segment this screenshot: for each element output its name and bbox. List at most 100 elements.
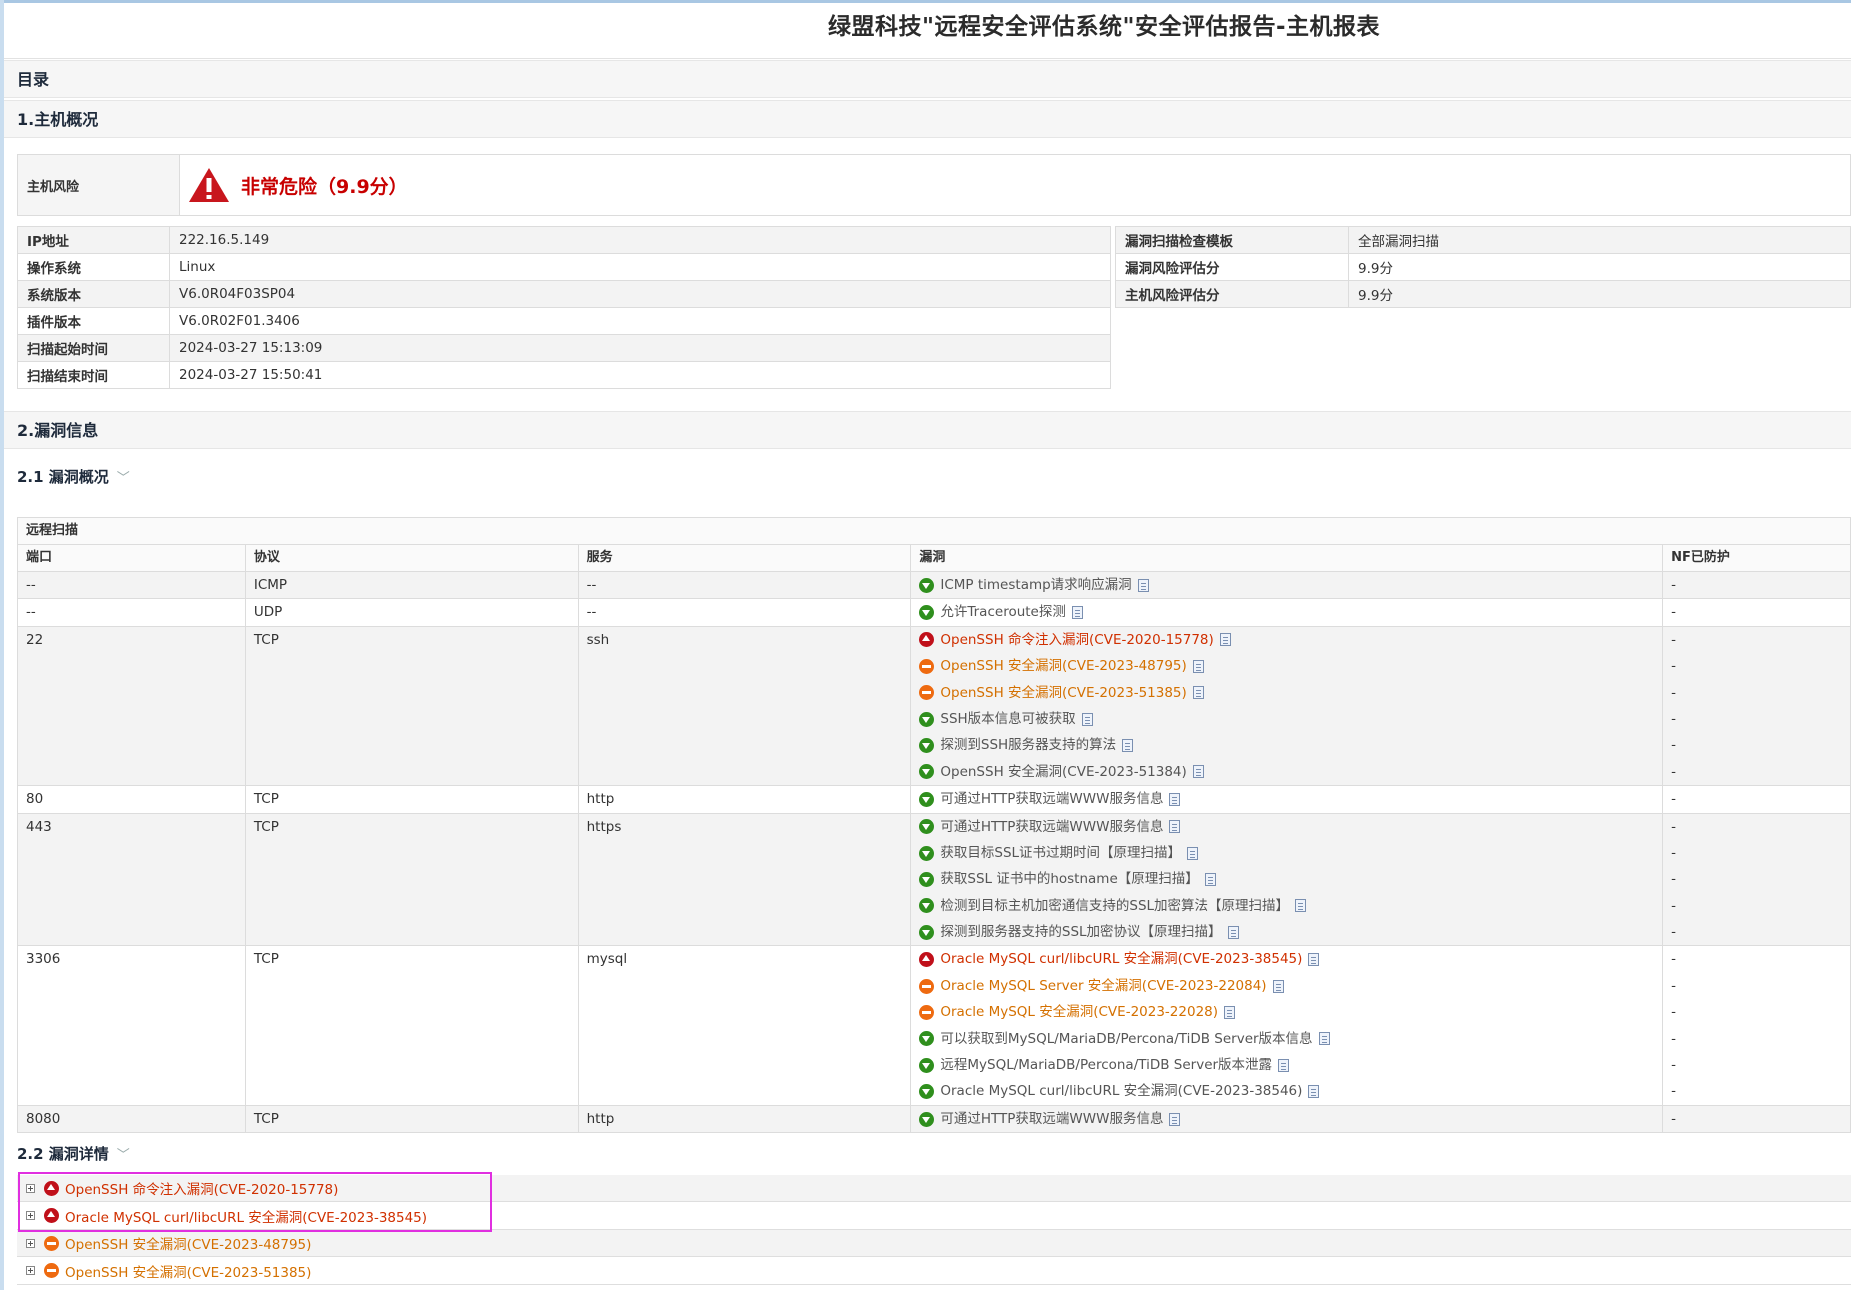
vuln-name-link[interactable]: 检测到目标主机加密通信支持的SSL加密算法【原理扫描】 <box>940 893 1289 919</box>
vuln-item[interactable]: Oracle MySQL curl/libcURL 安全漏洞(CVE-2023-… <box>919 946 1654 972</box>
vuln-item[interactable]: OpenSSH 安全漏洞(CVE-2023-51385) <box>919 680 1654 706</box>
vuln-name-link[interactable]: 可以获取到MySQL/MariaDB/Percona/TiDB Server版本… <box>940 1026 1312 1052</box>
document-icon[interactable] <box>1224 1005 1236 1019</box>
document-icon[interactable] <box>1272 979 1284 993</box>
document-icon[interactable] <box>1204 872 1216 886</box>
vuln-detail-row[interactable]: OpenSSH 安全漏洞(CVE-2023-48795) <box>17 1230 1851 1258</box>
vuln-item[interactable]: 获取SSL 证书中的hostname【原理扫描】 <box>919 866 1654 892</box>
vuln-item[interactable]: 可通过HTTP获取远端WWW服务信息 <box>919 814 1654 840</box>
vuln-item[interactable]: 获取目标SSL证书过期时间【原理扫描】 <box>919 840 1654 866</box>
document-icon[interactable] <box>1137 578 1149 592</box>
vuln-name-link[interactable]: 远程MySQL/MariaDB/Percona/TiDB Server版本泄露 <box>940 1052 1272 1078</box>
vuln-item[interactable]: Oracle MySQL Server 安全漏洞(CVE-2023-22084) <box>919 973 1654 999</box>
vuln-item[interactable]: OpenSSH 安全漏洞(CVE-2023-51384) <box>919 759 1654 785</box>
severity-low-icon <box>919 738 935 754</box>
document-icon[interactable] <box>1219 633 1231 647</box>
vuln-name-link[interactable]: 允许Traceroute探测 <box>940 599 1065 625</box>
expand-plus-icon[interactable] <box>26 1183 35 1193</box>
vuln-item[interactable]: 可通过HTTP获取远端WWW服务信息 <box>919 786 1654 812</box>
vuln-cell: 可通过HTTP获取远端WWW服务信息 获取目标SSL证书过期时间【原理扫描】 获取S… <box>910 812 1664 947</box>
vuln-name-link[interactable]: 可通过HTTP获取远端WWW服务信息 <box>940 786 1163 812</box>
vuln-detail-name[interactable]: OpenSSH 安全漏洞(CVE-2023-51385) <box>65 1261 311 1281</box>
toc-header[interactable]: 目录 <box>4 60 1851 98</box>
section-vuln-info[interactable]: 2.漏洞信息 <box>4 411 1851 449</box>
vuln-item[interactable]: 可通过HTTP获取远端WWW服务信息 <box>919 1106 1654 1132</box>
vuln-name-link[interactable]: 可通过HTTP获取远端WWW服务信息 <box>940 814 1163 840</box>
vuln-detail-row[interactable]: Oracle MySQL curl/libcURL 安全漏洞(CVE-2023-… <box>17 1203 1851 1230</box>
warning-icon <box>189 168 229 202</box>
port-cell: 443 <box>17 812 246 947</box>
vuln-name-link[interactable]: SSH版本信息可被获取 <box>940 706 1075 732</box>
chevron-down-icon[interactable]: ﹀ <box>117 471 130 486</box>
document-icon[interactable] <box>1122 739 1134 753</box>
chevron-down-icon[interactable]: ﹀ <box>117 1148 130 1163</box>
vuln-item[interactable]: 探测到服务器支持的SSL加密协议【原理扫描】 <box>919 919 1654 945</box>
document-icon[interactable] <box>1169 792 1181 806</box>
document-icon[interactable] <box>1192 686 1204 700</box>
vuln-cell: 可通过HTTP获取远端WWW服务信息 <box>910 785 1664 814</box>
document-icon[interactable] <box>1308 1085 1320 1099</box>
vuln-name-link[interactable]: Oracle MySQL curl/libcURL 安全漏洞(CVE-2023-… <box>940 1078 1302 1104</box>
vuln-name-link[interactable]: OpenSSH 安全漏洞(CVE-2023-51384) <box>940 759 1186 785</box>
vuln-item[interactable]: 探测到SSH服务器支持的算法 <box>919 732 1654 758</box>
document-icon[interactable] <box>1169 820 1181 834</box>
vuln-item[interactable]: 允许Traceroute探测 <box>919 599 1654 625</box>
document-icon[interactable] <box>1192 659 1204 673</box>
column-header-port: 端口 <box>17 544 246 572</box>
vuln-name-link[interactable]: OpenSSH 安全漏洞(CVE-2023-48795) <box>940 653 1186 679</box>
vuln-detail-name[interactable]: Oracle MySQL curl/libcURL 安全漏洞(CVE-2023-… <box>65 1206 427 1226</box>
document-icon[interactable] <box>1318 1032 1330 1046</box>
vuln-detail-row[interactable]: OpenSSH 命令注入漏洞(CVE-2020-15778) <box>17 1175 1851 1202</box>
expand-plus-icon[interactable] <box>26 1211 35 1221</box>
document-icon[interactable] <box>1081 712 1093 726</box>
vuln-name-link[interactable]: OpenSSH 命令注入漏洞(CVE-2020-15778) <box>940 627 1213 653</box>
document-icon[interactable] <box>1295 899 1307 913</box>
subsection-vuln-detail[interactable]: 2.2 漏洞详情 ﹀ <box>17 1143 130 1164</box>
vuln-name-link[interactable]: 获取SSL 证书中的hostname【原理扫描】 <box>940 866 1198 892</box>
document-icon[interactable] <box>1308 953 1320 967</box>
nf-value: - <box>1671 1004 1676 1021</box>
vuln-name-link[interactable]: 可通过HTTP获取远端WWW服务信息 <box>940 1106 1163 1132</box>
vuln-name-link[interactable]: Oracle MySQL 安全漏洞(CVE-2023-22028) <box>940 999 1218 1025</box>
document-icon[interactable] <box>1227 925 1239 939</box>
section-host-overview[interactable]: 1.主机概况 <box>4 100 1851 138</box>
vuln-detail-row[interactable]: OpenSSH 安全漏洞(CVE-2023-51385) <box>17 1258 1851 1285</box>
vuln-detail-name[interactable]: OpenSSH 安全漏洞(CVE-2023-48795) <box>65 1233 311 1253</box>
protocol-cell: TCP <box>244 812 579 947</box>
vuln-item[interactable]: 远程MySQL/MariaDB/Percona/TiDB Server版本泄露 <box>919 1052 1654 1078</box>
vuln-cell: ICMP timestamp请求响应漏洞 <box>910 570 1664 600</box>
vuln-name-link[interactable]: 探测到服务器支持的SSL加密协议【原理扫描】 <box>940 919 1221 945</box>
vuln-item[interactable]: 可以获取到MySQL/MariaDB/Percona/TiDB Server版本… <box>919 1026 1654 1052</box>
scan-info-row: 主机风险评估分 9.9分 <box>1115 280 1851 308</box>
vuln-item[interactable]: Oracle MySQL curl/libcURL 安全漏洞(CVE-2023-… <box>919 1078 1654 1104</box>
document-icon[interactable] <box>1169 1112 1181 1126</box>
vuln-name-link[interactable]: ICMP timestamp请求响应漏洞 <box>940 572 1131 598</box>
vuln-item[interactable]: OpenSSH 命令注入漏洞(CVE-2020-15778) <box>919 627 1654 653</box>
vuln-item[interactable]: 检测到目标主机加密通信支持的SSL加密算法【原理扫描】 <box>919 893 1654 919</box>
vuln-item[interactable]: OpenSSH 安全漏洞(CVE-2023-48795) <box>919 653 1654 679</box>
vuln-name-link[interactable]: 获取目标SSL证书过期时间【原理扫描】 <box>940 840 1181 866</box>
host-risk-table: 主机风险 非常危险（9.9分） <box>17 154 1851 216</box>
subsection-vuln-overview[interactable]: 2.1 漏洞概况 ﹀ <box>17 466 130 487</box>
port-cell: 3306 <box>17 945 246 1106</box>
host-risk-label: 主机风险 <box>17 154 180 216</box>
service-value: http <box>586 791 615 808</box>
vuln-name-link[interactable]: Oracle MySQL curl/libcURL 安全漏洞(CVE-2023-… <box>940 946 1302 972</box>
expand-plus-icon[interactable] <box>26 1266 35 1276</box>
document-icon[interactable] <box>1278 1058 1290 1072</box>
vuln-name-link[interactable]: 探测到SSH服务器支持的算法 <box>940 732 1116 758</box>
vuln-item[interactable]: ICMP timestamp请求响应漏洞 <box>919 572 1654 598</box>
nf-value: - <box>1671 951 1676 968</box>
document-icon[interactable] <box>1192 765 1204 779</box>
expand-plus-icon[interactable] <box>26 1238 35 1248</box>
nf-value: - <box>1671 844 1676 861</box>
table-caption: 远程扫描 <box>17 517 1851 545</box>
vuln-item[interactable]: SSH版本信息可被获取 <box>919 706 1654 732</box>
service-cell: https <box>577 812 912 947</box>
document-icon[interactable] <box>1071 606 1083 620</box>
vuln-detail-name[interactable]: OpenSSH 命令注入漏洞(CVE-2020-15778) <box>65 1178 338 1198</box>
vuln-name-link[interactable]: Oracle MySQL Server 安全漏洞(CVE-2023-22084) <box>940 973 1266 999</box>
vuln-name-link[interactable]: OpenSSH 安全漏洞(CVE-2023-51385) <box>940 680 1186 706</box>
document-icon[interactable] <box>1187 846 1199 860</box>
vuln-item[interactable]: Oracle MySQL 安全漏洞(CVE-2023-22028) <box>919 999 1654 1025</box>
